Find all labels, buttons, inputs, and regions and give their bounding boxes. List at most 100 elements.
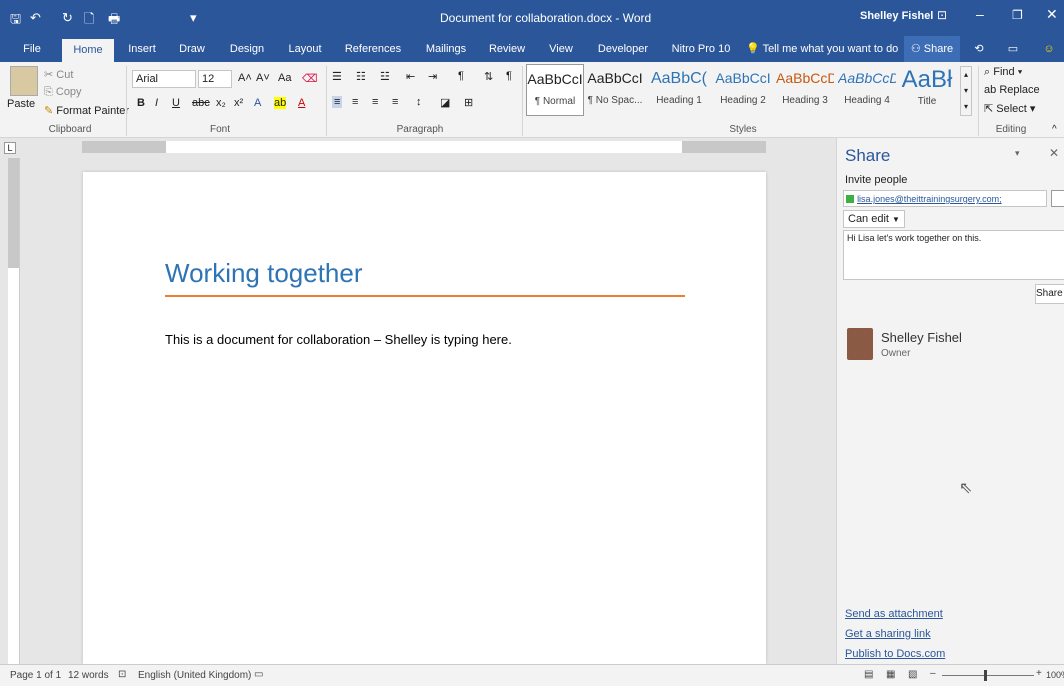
pane-close-icon[interactable]: ✕ [1049, 146, 1059, 160]
tab-design[interactable]: Design [222, 36, 272, 62]
tab-references[interactable]: References [338, 36, 408, 62]
styles-scroll[interactable]: ▴ ▾ ▾ [960, 66, 972, 116]
multilevel-list-icon[interactable]: ☳ [380, 70, 390, 83]
tab-selector-icon[interactable]: L [4, 142, 16, 154]
italic-icon[interactable]: I [155, 97, 158, 109]
paste-button[interactable]: Paste [7, 98, 35, 110]
history-icon[interactable]: ⟲ [966, 36, 992, 62]
style-no-spacing[interactable]: AaBbCcI ¶ No Spac... [586, 64, 644, 116]
align-right-icon[interactable]: ≡ [372, 96, 378, 108]
cut-button[interactable]: ✂ Cut [44, 68, 73, 81]
tab-draw[interactable]: Draw [172, 36, 212, 62]
show-marks-icon[interactable]: ¶ [506, 70, 512, 82]
save-icon[interactable]: 🖫 [10, 10, 21, 32]
tab-home[interactable]: Home [62, 39, 114, 62]
font-name-box[interactable]: Arial [132, 70, 196, 88]
style-heading-3[interactable]: AaBbCcD Heading 3 [776, 64, 834, 116]
copy-button[interactable]: ⎘ Copy [44, 86, 82, 99]
collapse-ribbon-icon[interactable]: ^ [1052, 124, 1057, 135]
find-button[interactable]: ⌕ Find ▾ [984, 66, 1022, 79]
proofing-icon[interactable]: ⊡ [118, 669, 126, 680]
clear-formatting-icon[interactable]: ⌫ [302, 72, 318, 85]
invite-people-input[interactable]: lisa.jones@theittrainingsurgery.com; [843, 190, 1047, 207]
language[interactable]: English (United Kingdom) [138, 670, 251, 681]
borders-icon[interactable]: ⊞ [464, 96, 473, 109]
zoom-slider-thumb[interactable] [984, 670, 987, 681]
style-normal[interactable]: AaBbCcI ¶ Normal [526, 64, 584, 116]
publish-docs-link[interactable]: Publish to Docs.com [845, 648, 945, 660]
numbering-icon[interactable]: ☷ [356, 70, 366, 83]
close-icon[interactable]: ✕ [1046, 6, 1058, 23]
redo-icon[interactable]: ↻ [62, 10, 73, 26]
change-case-icon[interactable]: Aa [278, 72, 291, 84]
share-submit-button[interactable]: Share [1035, 284, 1064, 304]
style-heading-1[interactable]: AaBbC(Heading 1 [650, 64, 708, 116]
replace-button[interactable]: ab Replace [984, 84, 1040, 96]
share-tab-button[interactable]: ⚇ Share [904, 36, 960, 62]
style-heading-2[interactable]: AaBbCcI Heading 2 [714, 64, 772, 116]
tab-nitro[interactable]: Nitro Pro 10 [664, 36, 738, 62]
strikethrough-icon[interactable]: abc [192, 97, 210, 109]
underline-icon[interactable]: U [172, 97, 180, 109]
shading-icon[interactable]: ◪ [440, 96, 450, 109]
pane-options-icon[interactable]: ▾ [1015, 148, 1020, 159]
tab-developer[interactable]: Developer [590, 36, 656, 62]
vertical-ruler[interactable] [8, 158, 20, 664]
page-count[interactable]: Page 1 of 1 [10, 670, 61, 681]
document-page[interactable]: Working together This is a document for … [83, 172, 766, 664]
ribbon-display-icon[interactable]: ⊡ [937, 8, 947, 22]
font-color-icon[interactable]: A [298, 97, 305, 109]
superscript-icon[interactable]: x² [234, 97, 243, 109]
align-left-icon[interactable]: ≡ [332, 96, 343, 108]
minimize-icon[interactable]: – [976, 6, 984, 22]
paste-icon[interactable] [10, 66, 38, 96]
undo-icon[interactable]: ↶ [30, 10, 41, 26]
style-heading-4[interactable]: AaBbCcD(Heading 4 [838, 64, 896, 116]
decrease-indent-icon[interactable]: ⇤ [406, 70, 415, 83]
comments-icon[interactable]: ▭ [1000, 36, 1026, 62]
format-painter-button[interactable]: ✎ Format Painter [44, 104, 129, 117]
tab-file[interactable]: File [14, 36, 50, 62]
ltr-icon[interactable]: ¶ [458, 70, 464, 82]
send-as-attachment-link[interactable]: Send as attachment [845, 608, 943, 620]
increase-indent-icon[interactable]: ⇥ [428, 70, 437, 83]
zoom-out-icon[interactable]: – [930, 668, 936, 679]
print-icon[interactable]: 🖶 [108, 10, 120, 32]
document-body-text[interactable]: This is a document for collaboration – S… [165, 332, 512, 347]
tab-review[interactable]: Review [482, 36, 532, 62]
font-size-box[interactable]: 12 [198, 70, 232, 88]
bold-icon[interactable]: B [137, 97, 145, 109]
permission-dropdown[interactable]: Can edit ▼ [843, 210, 905, 228]
zoom-slider[interactable] [942, 675, 1034, 676]
address-book-icon[interactable] [1051, 190, 1064, 207]
text-effects-icon[interactable]: A [254, 97, 261, 109]
highlight-icon[interactable]: ab [274, 97, 287, 109]
zoom-in-icon[interactable]: + [1036, 668, 1042, 679]
new-document-icon[interactable]: 🗋 [84, 10, 94, 32]
shrink-font-icon[interactable]: A˅ [256, 72, 270, 84]
tab-mailings[interactable]: Mailings [418, 36, 474, 62]
line-spacing-icon[interactable]: ↕ [416, 96, 422, 108]
select-button[interactable]: ⇱ Select ▾ [984, 102, 1035, 115]
tab-view[interactable]: View [540, 36, 582, 62]
tell-me-box[interactable]: 💡 Tell me what you want to do [746, 36, 902, 62]
document-title[interactable]: Working together [165, 258, 363, 289]
tab-insert[interactable]: Insert [122, 36, 162, 62]
tab-layout[interactable]: Layout [282, 36, 328, 62]
user-name[interactable]: Shelley Fishel [860, 10, 933, 22]
customize-qat-icon[interactable]: ▾ [190, 10, 197, 26]
restore-icon[interactable]: ❐ [1012, 8, 1023, 22]
justify-icon[interactable]: ≡ [392, 96, 398, 108]
smiley-icon[interactable]: ☺ [1036, 36, 1062, 62]
get-sharing-link[interactable]: Get a sharing link [845, 628, 931, 640]
read-mode-icon[interactable]: ▤ [864, 669, 873, 680]
word-count[interactable]: 12 words [68, 670, 109, 681]
style-title[interactable]: AaBł Title [898, 64, 956, 116]
print-layout-icon[interactable]: ▦ [886, 669, 895, 680]
message-textarea[interactable]: Hi Lisa let's work together on this. [843, 230, 1064, 280]
align-center-icon[interactable]: ≡ [352, 96, 358, 108]
macro-icon[interactable]: ▭ [254, 669, 263, 680]
web-layout-icon[interactable]: ▧ [908, 669, 917, 680]
grow-font-icon[interactable]: A˄ [238, 72, 252, 84]
subscript-icon[interactable]: x₂ [216, 97, 226, 109]
